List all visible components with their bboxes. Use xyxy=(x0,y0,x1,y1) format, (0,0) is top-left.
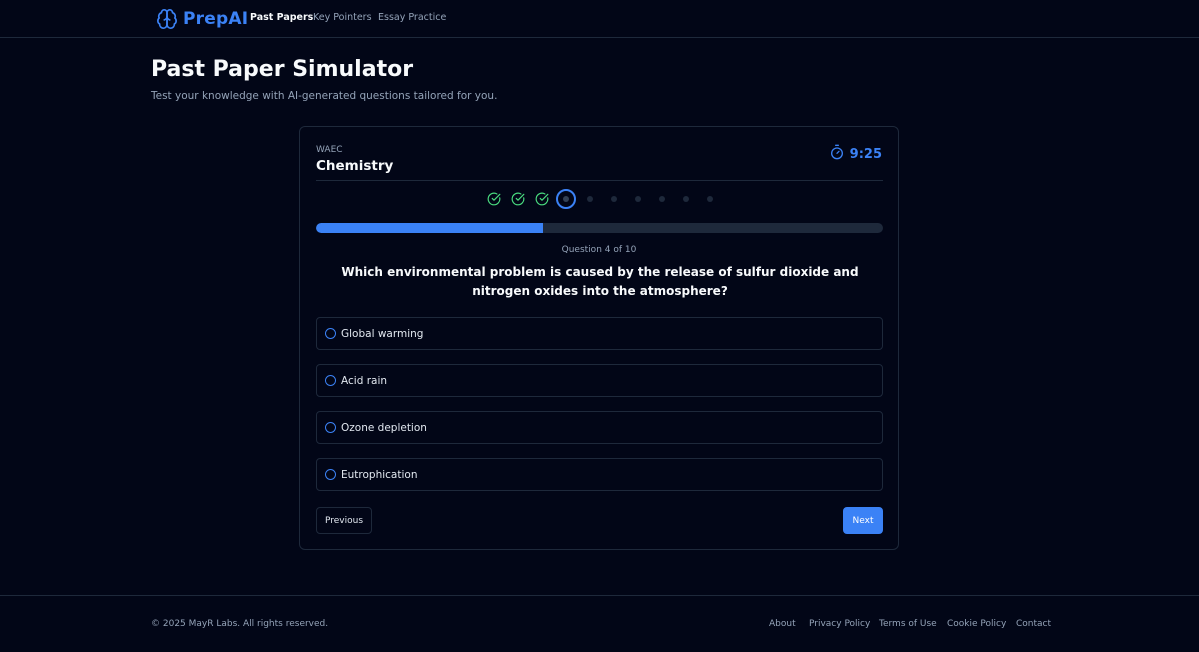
question-stepper xyxy=(483,188,723,210)
footer-link-privacy-policy[interactable]: Privacy Policy xyxy=(809,619,870,629)
nav-link-past-papers[interactable]: Past Papers xyxy=(250,12,313,23)
question-counter: Question 4 of 10 xyxy=(561,245,637,255)
footer-link-terms-of-use[interactable]: Terms of Use xyxy=(879,619,937,629)
option-label: Ozone depletion xyxy=(341,421,427,434)
option-eutrophication[interactable]: Eutrophication xyxy=(316,458,883,491)
previous-button[interactable]: Previous xyxy=(316,507,372,534)
option-label: Acid rain xyxy=(341,374,388,387)
pending-step-dot xyxy=(683,196,689,202)
step-1[interactable] xyxy=(483,188,505,210)
card-divider xyxy=(316,180,883,181)
top-navbar: PrepAI Past Papers Key Pointers Essay Pr… xyxy=(0,0,1199,38)
page-title: Past Paper Simulator xyxy=(151,57,414,82)
option-global-warming[interactable]: Global warming xyxy=(316,317,883,350)
footer: © 2025 MayR Labs. All rights reserved. A… xyxy=(0,595,1199,652)
radio-button[interactable] xyxy=(325,469,336,480)
nav-link-essay-practice[interactable]: Essay Practice xyxy=(378,12,446,23)
current-step-indicator xyxy=(556,189,576,209)
radio-button[interactable] xyxy=(325,328,336,339)
step-7[interactable] xyxy=(627,188,649,210)
option-ozone-depletion[interactable]: Ozone depletion xyxy=(316,411,883,444)
step-5[interactable] xyxy=(579,188,601,210)
step-3[interactable] xyxy=(531,188,553,210)
brand-name: PrepAI xyxy=(183,9,249,29)
radio-button[interactable] xyxy=(325,422,336,433)
timer-value: 9:25 xyxy=(849,146,882,162)
pending-step-dot xyxy=(587,196,593,202)
radio-button[interactable] xyxy=(325,375,336,386)
logo[interactable]: PrepAI xyxy=(156,7,248,31)
page-subtitle: Test your knowledge with AI-generated qu… xyxy=(151,90,498,102)
check-circle-icon xyxy=(535,192,549,206)
option-label: Eutrophication xyxy=(341,468,418,481)
quiz-card: WAEC Chemistry 9:25 Question 4 of 10 Whi… xyxy=(299,126,899,550)
step-8[interactable] xyxy=(651,188,673,210)
option-acid-rain[interactable]: Acid rain xyxy=(316,364,883,397)
nav-link-key-pointers[interactable]: Key Pointers xyxy=(313,12,372,23)
pending-step-dot xyxy=(707,196,713,202)
footer-link-cookie-policy[interactable]: Cookie Policy xyxy=(947,619,1006,629)
pending-step-dot xyxy=(611,196,617,202)
step-2[interactable] xyxy=(507,188,529,210)
footer-link-about[interactable]: About xyxy=(769,619,796,629)
footer-link-contact[interactable]: Contact xyxy=(1016,619,1051,629)
timer: 9:25 xyxy=(829,144,882,164)
copyright-text: © 2025 MayR Labs. All rights reserved. xyxy=(151,619,329,629)
step-10[interactable] xyxy=(699,188,721,210)
step-6[interactable] xyxy=(603,188,625,210)
exam-board-label: WAEC xyxy=(316,145,343,155)
subject-title: Chemistry xyxy=(316,158,394,174)
brain-icon xyxy=(156,8,178,30)
check-circle-icon xyxy=(487,192,501,206)
next-button[interactable]: Next xyxy=(843,507,883,534)
pending-step-dot xyxy=(659,196,665,202)
stopwatch-icon xyxy=(829,144,845,164)
progress-bar-fill xyxy=(316,223,543,233)
step-9[interactable] xyxy=(675,188,697,210)
pending-step-dot xyxy=(635,196,641,202)
step-4[interactable] xyxy=(555,188,577,210)
check-circle-icon xyxy=(511,192,525,206)
progress-bar xyxy=(316,223,883,233)
question-text: Which environmental problem is caused by… xyxy=(341,265,859,298)
option-label: Global warming xyxy=(341,327,424,340)
